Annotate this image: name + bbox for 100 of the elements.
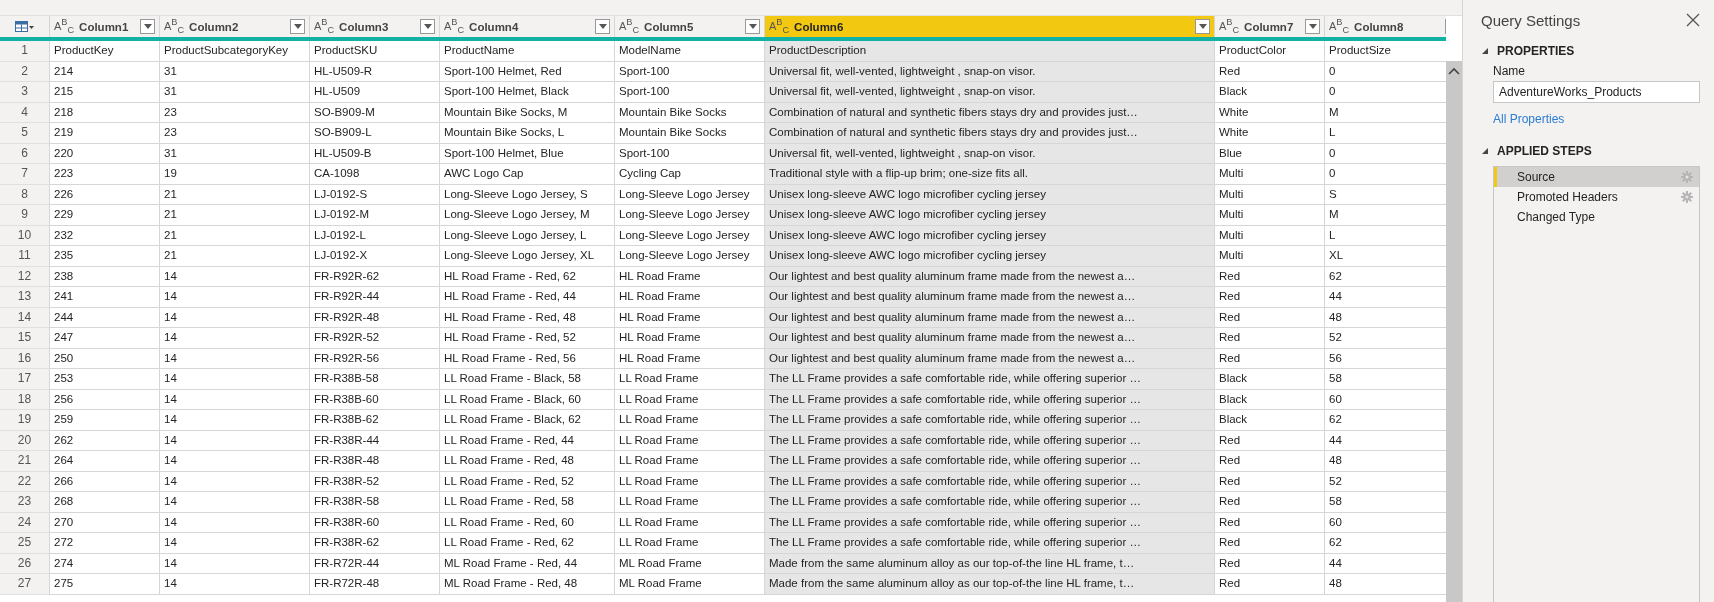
table-cell: 272 — [50, 533, 160, 554]
table-cell: Red — [1215, 512, 1325, 533]
table-cell: Unisex long-sleeve AWC logo microfiber cycling jersey — [765, 184, 1215, 205]
name-input-field[interactable]: AdventureWorks_Products — [1493, 81, 1700, 103]
table-cell: FR-R38B-62 — [310, 410, 440, 431]
row-number: 8 — [0, 184, 50, 205]
table-cell: Multi — [1215, 225, 1325, 246]
table-cell: The LL Frame provides a safe comfortable ride, while offering superior … — [765, 389, 1215, 410]
table-cell: Red — [1215, 492, 1325, 513]
table-cell: Traditional style with a flip-up brim; one-size fits all. — [765, 164, 1215, 185]
table-cell: FR-R38B-60 — [310, 389, 440, 410]
applied-step[interactable]: Changed Type — [1494, 207, 1699, 227]
table-cell: The LL Frame provides a safe comfortable ride, while offering superior … — [765, 471, 1215, 492]
table-cell: Made from the same aluminum alloy as our top-of-the line HL frame, t… — [765, 553, 1215, 574]
table-cell: 14 — [160, 492, 310, 513]
row-number: 1 — [0, 41, 50, 62]
row-number: 7 — [0, 164, 50, 185]
table-cell: 238 — [50, 266, 160, 287]
column-name: Column8 — [1354, 20, 1405, 33]
table-cell: 14 — [160, 451, 310, 472]
column-name: Column3 — [339, 20, 390, 33]
table-cell: FR-R92R-44 — [310, 287, 440, 308]
table-cell: 14 — [160, 328, 310, 349]
table-cell: LL Road Frame - Red, 58 — [440, 492, 615, 513]
table-cell: 14 — [160, 389, 310, 410]
column-name: Column1 — [79, 20, 130, 33]
table-cell: 14 — [160, 348, 310, 369]
table-cell: Made from the same aluminum alloy as our top-of-the line HL frame, t… — [765, 574, 1215, 595]
table-cell: The LL Frame provides a safe comfortable ride, while offering superior … — [765, 533, 1215, 554]
table-cell: HL-U509-R — [310, 61, 440, 82]
table-cell: 14 — [160, 369, 310, 390]
table-cell: 23 — [160, 102, 310, 123]
table-cell: HL Road Frame - Red, 48 — [440, 307, 615, 328]
table-cell: 31 — [160, 143, 310, 164]
row-number: 23 — [0, 492, 50, 513]
row-number: 9 — [0, 205, 50, 226]
table-cell: ProductDescription — [765, 41, 1215, 62]
row-number: 14 — [0, 307, 50, 328]
table-cell: Red — [1215, 451, 1325, 472]
row-number: 24 — [0, 512, 50, 533]
column-header[interactable]: A$^{B}$$_{C}$ Column6 — [765, 16, 1215, 37]
row-number: 5 — [0, 123, 50, 144]
table-cell: 21 — [160, 205, 310, 226]
table-cell: Red — [1215, 328, 1325, 349]
table-cell: 14 — [160, 410, 310, 431]
table-cell: Red — [1215, 307, 1325, 328]
row-number: 10 — [0, 225, 50, 246]
table-cell: FR-R38R-52 — [310, 471, 440, 492]
table-cell: Black — [1215, 389, 1325, 410]
row-number: 12 — [0, 266, 50, 287]
table-cell: LL Road Frame - Red, 48 — [440, 451, 615, 472]
table-cell: 232 — [50, 225, 160, 246]
table-cell: The LL Frame provides a safe comfortable ride, while offering superior … — [765, 430, 1215, 451]
row-number: 27 — [0, 574, 50, 595]
table-cell: Combination of natural and synthetic fibers stays dry and provides just… — [765, 123, 1215, 144]
table-cell: Our lightest and best quality aluminum frame made from the newest a… — [765, 348, 1215, 369]
table-cell: 14 — [160, 553, 310, 574]
table-cell: Long-Sleeve Logo Jersey, S — [440, 184, 615, 205]
table-cell: LJ-0192-S — [310, 184, 440, 205]
row-number: 21 — [0, 451, 50, 472]
table-cell: LL Road Frame - Black, 58 — [440, 369, 615, 390]
table-cell: ProductSKU — [310, 41, 440, 62]
table-cell: 14 — [160, 307, 310, 328]
table-cell: ProductColor — [1215, 41, 1325, 62]
table-cell: 270 — [50, 512, 160, 533]
column-name: Column5 — [644, 20, 695, 33]
table-cell: 14 — [160, 430, 310, 451]
table-cell: Universal fit, well-vented, lightweight , snap-on visor. — [765, 82, 1215, 103]
table-cell: 220 — [50, 143, 160, 164]
all-properties-link[interactable]: All Properties — [1493, 112, 1700, 126]
column-name: Column4 — [469, 20, 520, 33]
row-number: 13 — [0, 287, 50, 308]
table-cell: Unisex long-sleeve AWC logo microfiber cycling jersey — [765, 205, 1215, 226]
table-cell: 14 — [160, 287, 310, 308]
table-cell: FR-R38R-60 — [310, 512, 440, 533]
table-cell: Multi — [1215, 205, 1325, 226]
table-cell: 235 — [50, 246, 160, 267]
table-cell: Red — [1215, 574, 1325, 595]
table-cell: The LL Frame provides a safe comfortable ride, while offering superior … — [765, 492, 1215, 513]
table-cell: Universal fit, well-vented, lightweight , snap-on visor. — [765, 61, 1215, 82]
table-cell: Our lightest and best quality aluminum frame made from the newest a… — [765, 266, 1215, 287]
table-cell: HL Road Frame - Red, 44 — [440, 287, 615, 308]
table-cell: CA-1098 — [310, 164, 440, 185]
table-cell: FR-R72R-44 — [310, 553, 440, 574]
table-cell: LJ-0192-X — [310, 246, 440, 267]
table-cell: LL Road Frame - Black, 62 — [440, 410, 615, 431]
table-cell: LL Road Frame - Red, 52 — [440, 471, 615, 492]
table-cell: 266 — [50, 471, 160, 492]
table-cell: 215 — [50, 82, 160, 103]
table-cell: Sport-100 Helmet, Red — [440, 61, 615, 82]
table-cell: 256 — [50, 389, 160, 410]
table-cell: HL Road Frame - Red, 52 — [440, 328, 615, 349]
panel-title: Query Settings — [1481, 11, 1581, 29]
table-cell: Multi — [1215, 246, 1325, 267]
table-cell: 31 — [160, 61, 310, 82]
table-cell: FR-R92R-56 — [310, 348, 440, 369]
table-cell: Red — [1215, 61, 1325, 82]
applied-step[interactable]: Source — [1494, 167, 1699, 187]
table-cell: Black — [1215, 410, 1325, 431]
applied-step[interactable]: Promoted Headers — [1494, 187, 1699, 207]
